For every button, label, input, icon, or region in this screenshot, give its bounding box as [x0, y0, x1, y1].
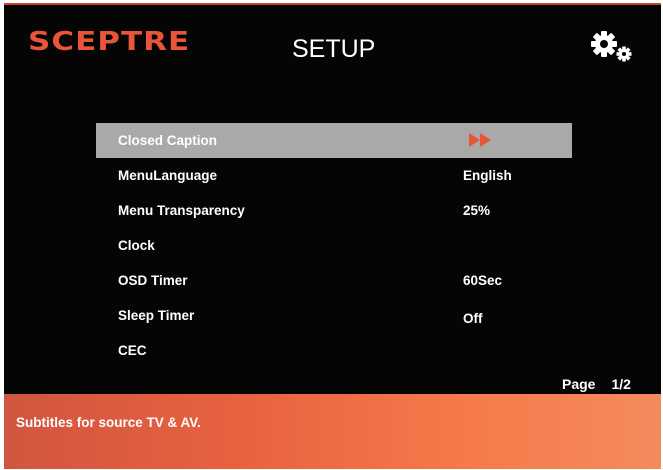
menu-item-value: 25%: [463, 203, 491, 218]
help-text: Subtitles for source TV & AV.: [16, 415, 201, 430]
menu-item-label: OSD Timer: [118, 273, 188, 288]
sceptre-logo: SCEPTRE: [28, 27, 191, 57]
double-arrow-right-icon: [469, 133, 493, 150]
page-label: Page: [562, 376, 596, 392]
menu-item-label: Closed Caption: [118, 133, 218, 148]
setup-menu: Closed Caption MenuLanguage English Menu…: [96, 123, 572, 368]
menu-item-menu-transparency[interactable]: Menu Transparency 25%: [96, 193, 572, 228]
menu-item-cec[interactable]: CEC: [96, 333, 572, 368]
menu-item-value: Off: [463, 311, 483, 326]
page-number: 1/2: [611, 376, 631, 392]
tv-screen: SCEPTRE SETUP Closed Caption MenuLanguag…: [4, 3, 661, 469]
help-bar: Subtitles for source TV & AV.: [4, 394, 661, 469]
menu-item-label: Menu Transparency: [118, 203, 245, 218]
menu-item-menu-language[interactable]: MenuLanguage English: [96, 158, 572, 193]
gears-icon[interactable]: [590, 30, 636, 64]
menu-item-clock[interactable]: Clock: [96, 228, 572, 263]
menu-item-osd-timer[interactable]: OSD Timer 60Sec: [96, 263, 572, 298]
page-indicator: Page 1/2: [562, 376, 631, 392]
page-title: SETUP: [292, 35, 376, 63]
menu-item-label: MenuLanguage: [118, 168, 218, 183]
menu-item-label: Clock: [118, 238, 155, 253]
menu-item-value: English: [463, 168, 512, 183]
menu-item-label: Sleep Timer: [118, 308, 195, 323]
menu-item-closed-caption[interactable]: Closed Caption: [96, 123, 572, 158]
menu-item-sleep-timer[interactable]: Sleep Timer Off: [96, 298, 572, 333]
menu-item-value: 60Sec: [463, 273, 503, 288]
menu-item-label: CEC: [118, 343, 147, 358]
